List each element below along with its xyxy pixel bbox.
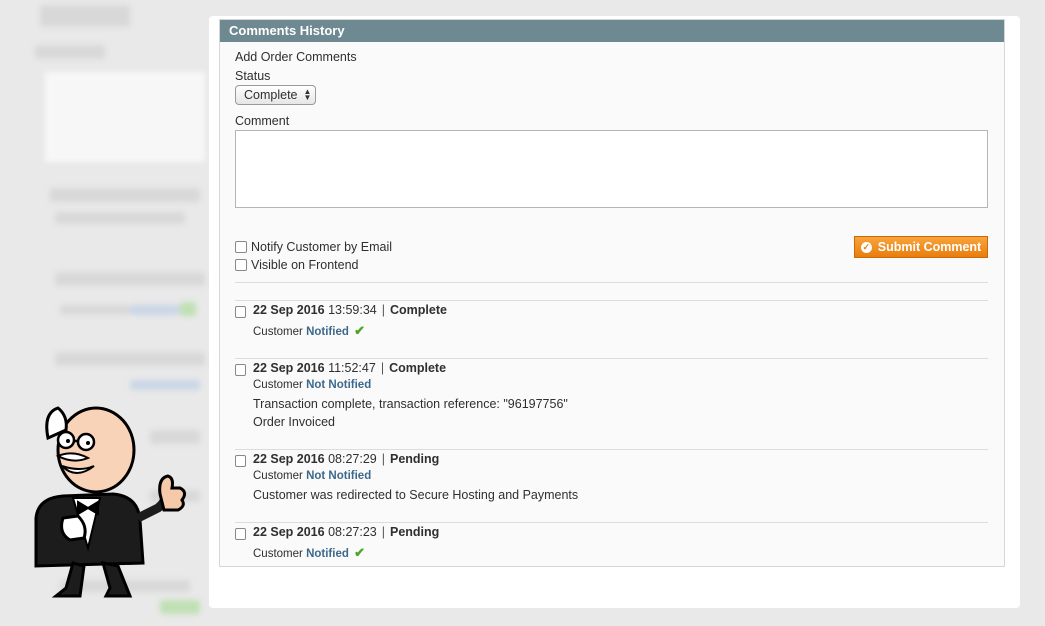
form-heading: Add Order Comments bbox=[235, 50, 357, 64]
entry-checkbox[interactable] bbox=[235, 528, 246, 540]
status-select[interactable]: Complete ▲ ▼ bbox=[235, 85, 317, 105]
notify-customer-label: Notify Customer by Email bbox=[251, 240, 393, 254]
entry-time: 08:27:29 bbox=[328, 452, 377, 466]
panel-title: Comments History bbox=[220, 20, 1004, 42]
green-check-icon: ✔ bbox=[354, 323, 365, 338]
comment-textarea[interactable] bbox=[235, 130, 988, 208]
green-check-icon: ✔ bbox=[354, 545, 365, 560]
add-comment-form: Add Order Comments Status Complete ▲ ▼ Co… bbox=[235, 50, 988, 560]
divider bbox=[235, 282, 988, 283]
comments-card: Comments History Add Order Comments Stat… bbox=[209, 16, 1020, 608]
status-label: Status bbox=[235, 69, 271, 83]
visible-frontend-label: Visible on Frontend bbox=[251, 258, 359, 272]
entry-message: Order Invoiced bbox=[253, 415, 335, 429]
comment-label: Comment bbox=[235, 114, 290, 128]
entry-status: Complete bbox=[389, 361, 447, 375]
entry-date: 22 Sep 2016 bbox=[253, 452, 325, 466]
entry-time: 08:27:23 bbox=[328, 525, 377, 539]
entry-date: 22 Sep 2016 bbox=[253, 303, 325, 317]
entry-time: 11:52:47 bbox=[328, 361, 376, 375]
entry-checkbox[interactable] bbox=[235, 306, 246, 318]
comments-history-panel: Comments History Add Order Comments Stat… bbox=[219, 19, 1005, 567]
check-circle-icon: ✓ bbox=[860, 241, 872, 253]
notify-status: Notified bbox=[306, 548, 349, 560]
submit-comment-label: Submit Comment bbox=[877, 240, 982, 254]
customer-notify: Customer Not Notified bbox=[253, 379, 372, 391]
entry-header: 22 Sep 2016 11:52:47 | Complete bbox=[253, 361, 447, 375]
options-checkboxes: Notify Customer by Email Visible on Fron… bbox=[235, 238, 392, 274]
entry-checkbox[interactable] bbox=[235, 455, 246, 467]
notify-status: Not Notified bbox=[306, 470, 372, 482]
entry-message: Transaction complete, transaction refere… bbox=[253, 397, 568, 411]
visible-frontend-checkbox[interactable]: Visible on Frontend bbox=[235, 256, 392, 274]
entry-header: 22 Sep 2016 08:27:23 | Pending bbox=[253, 525, 440, 539]
entry-status: Pending bbox=[390, 525, 440, 539]
entry-time: 13:59:34 bbox=[328, 303, 377, 317]
entry-header: 22 Sep 2016 13:59:34 | Complete bbox=[253, 303, 447, 317]
customer-notify: Customer Notified ✔ bbox=[253, 545, 365, 560]
divider bbox=[235, 449, 988, 450]
notify-status: Not Notified bbox=[306, 379, 372, 391]
updown-arrows-icon: ▲ ▼ bbox=[303, 87, 312, 102]
entry-status: Pending bbox=[390, 452, 440, 466]
divider bbox=[235, 522, 988, 523]
entry-date: 22 Sep 2016 bbox=[253, 525, 325, 539]
checkbox-icon[interactable] bbox=[235, 259, 247, 271]
notify-status: Notified bbox=[306, 326, 349, 338]
divider bbox=[235, 300, 988, 301]
entry-message: Customer was redirected to Secure Hostin… bbox=[253, 488, 579, 502]
divider bbox=[235, 358, 988, 359]
waiter-mascot-image bbox=[34, 406, 187, 598]
entry-date: 22 Sep 2016 bbox=[253, 361, 325, 375]
customer-notify: Customer Notified ✔ bbox=[253, 323, 365, 338]
customer-notify: Customer Not Notified bbox=[253, 470, 372, 482]
entry-status: Complete bbox=[390, 303, 447, 317]
submit-comment-button[interactable]: ✓ Submit Comment bbox=[854, 236, 988, 258]
entry-checkbox[interactable] bbox=[235, 364, 246, 376]
checkbox-icon[interactable] bbox=[235, 241, 247, 253]
entry-header: 22 Sep 2016 08:27:29 | Pending bbox=[253, 452, 440, 466]
notify-customer-checkbox[interactable]: Notify Customer by Email bbox=[235, 238, 392, 256]
status-select-value: Complete bbox=[244, 88, 298, 102]
